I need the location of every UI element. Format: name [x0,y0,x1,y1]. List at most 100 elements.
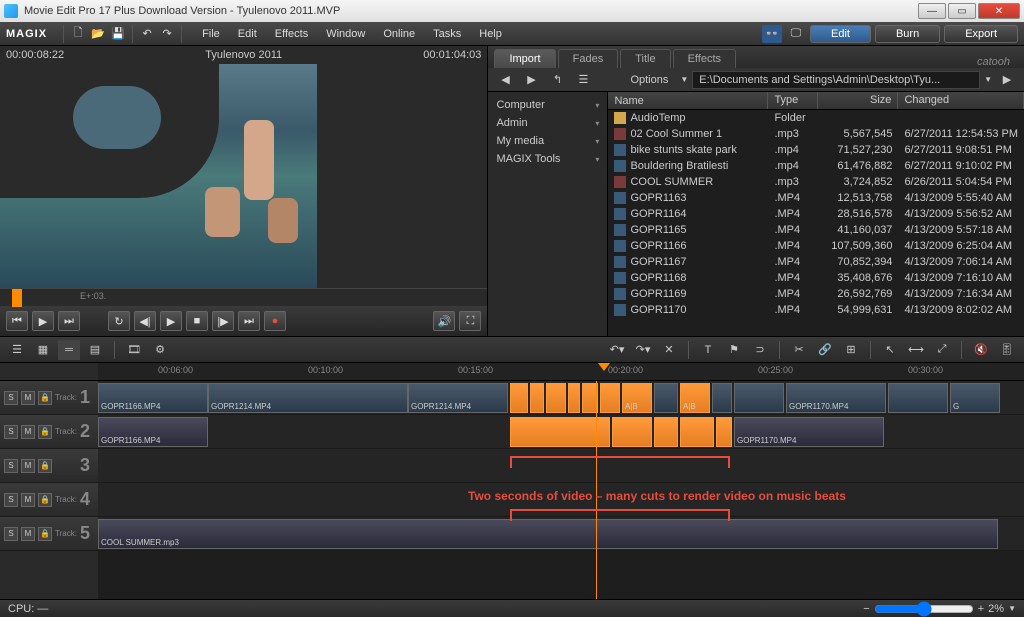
col-type[interactable]: Type [768,92,818,109]
file-row[interactable]: GOPR1169.MP426,592,7694/13/2009 7:16:34 … [608,286,1024,302]
file-row[interactable]: GOPR1167.MP470,852,3944/13/2009 7:06:14 … [608,254,1024,270]
file-row[interactable]: GOPR1166.MP4107,509,3604/13/2009 6:25:04… [608,238,1024,254]
menu-online[interactable]: Online [375,25,423,43]
track-content[interactable]: Two seconds of video – many cuts to rend… [98,381,1024,599]
solo-button[interactable]: S [4,527,18,541]
mute-icon[interactable]: 🔇 [970,340,992,360]
clip[interactable] [600,383,620,413]
view-multi-icon[interactable]: ▤ [84,340,106,360]
lock-button[interactable]: 🔒 [38,493,52,507]
play-icon[interactable]: ▶ [32,311,54,331]
magnet-icon[interactable]: ⊃ [749,340,771,360]
export-button[interactable]: Export [944,25,1018,43]
nav-go-icon[interactable]: ▶ [996,70,1018,90]
menu-edit[interactable]: Edit [230,25,265,43]
chevron-down-icon[interactable]: ▼ [680,75,688,84]
undo2-icon[interactable]: ↶▾ [606,340,628,360]
select-icon[interactable]: ↖ [879,340,901,360]
menu-help[interactable]: Help [471,25,510,43]
preview-ruler[interactable]: E+:03. [0,288,487,306]
stop-icon[interactable]: ■ [186,311,208,331]
clip[interactable]: A|B [680,383,710,413]
file-row[interactable]: GOPR1170.MP454,999,6314/13/2009 8:02:02 … [608,302,1024,318]
tree-computer[interactable]: Computer▾ [492,96,603,114]
link-icon[interactable]: 🔗 [814,340,836,360]
delete-icon[interactable]: ✕ [658,340,680,360]
new-icon[interactable]: 🗋 [68,25,88,43]
menu-effects[interactable]: Effects [267,25,316,43]
clip[interactable] [716,417,732,447]
clip[interactable] [530,383,544,413]
view-list-icon[interactable]: ☰ [6,340,28,360]
clip[interactable] [510,417,610,447]
clip[interactable]: COOL SUMMER.mp3 [98,519,998,549]
burn-button[interactable]: Burn [875,25,940,43]
clip[interactable]: GOPR1170.MP4 [734,417,884,447]
catooh-brand[interactable]: catooh [977,56,1018,68]
gear-icon[interactable]: ⚙ [149,340,171,360]
play2-icon[interactable]: ▶ [160,311,182,331]
clip[interactable] [612,417,652,447]
menu-tasks[interactable]: Tasks [425,25,469,43]
col-size[interactable]: Size [818,92,898,109]
tree-my-media[interactable]: My media▾ [492,132,603,150]
tree-admin[interactable]: Admin▾ [492,114,603,132]
video-preview[interactable] [0,64,487,288]
tab-import[interactable]: Import [494,49,555,68]
mute-button[interactable]: M [21,425,35,439]
fullscreen-icon[interactable]: ⛶ [459,311,481,331]
file-row[interactable]: GOPR1164.MP428,516,5784/13/2009 5:56:52 … [608,206,1024,222]
lock-button[interactable]: 🔒 [38,527,52,541]
clip[interactable]: GOPR1170.MP4 [786,383,886,413]
file-row[interactable]: COOL SUMMER.mp33,724,8526/26/2011 5:04:5… [608,174,1024,190]
volume-icon[interactable]: 🔊 [433,311,455,331]
clip[interactable] [712,383,732,413]
monitor-icon[interactable]: 🖵 [786,25,806,43]
text-icon[interactable]: T [697,340,719,360]
zoom-in-icon[interactable]: + [978,603,984,615]
clip[interactable]: GOPR1214.MP4 [208,383,408,413]
tree-magix-tools[interactable]: MAGIX Tools▾ [492,150,603,168]
clip[interactable]: GOPR1166.MP4 [98,383,208,413]
clip[interactable] [546,383,566,413]
end-icon[interactable]: ⏭ [238,311,260,331]
file-row[interactable]: Bouldering Bratilesti.mp461,476,8826/27/… [608,158,1024,174]
ruler-playhead-icon[interactable] [12,289,22,307]
prev-frame-icon[interactable]: ◀| [134,311,156,331]
nav-back-icon[interactable]: ◀ [494,70,516,90]
cut-icon[interactable]: ✂ [788,340,810,360]
redo-icon[interactable]: ↷ [157,25,177,43]
skip-start-icon[interactable]: ⏮ [6,311,28,331]
skip-end-icon[interactable]: ⏭ [58,311,80,331]
mixer-icon[interactable]: 🎚 [996,340,1018,360]
col-changed[interactable]: Changed [898,92,1024,109]
next-frame-icon[interactable]: |▶ [212,311,234,331]
edit-button[interactable]: Edit [810,25,871,43]
lock-button[interactable]: 🔒 [38,391,52,405]
mute-button[interactable]: M [21,459,35,473]
group-icon[interactable]: ⊞ [840,340,862,360]
path-field[interactable]: E:\Documents and Settings\Admin\Desktop\… [692,71,980,89]
file-row[interactable]: bike stunts skate park.mp471,527,2306/27… [608,142,1024,158]
file-row[interactable]: 02 Cool Summer 1.mp35,567,5456/27/2011 1… [608,126,1024,142]
clip[interactable] [654,417,678,447]
file-row[interactable]: GOPR1163.MP412,513,7584/13/2009 5:55:40 … [608,190,1024,206]
clip[interactable]: G [950,383,1000,413]
mode2-icon[interactable]: ⤢ [931,340,953,360]
menu-file[interactable]: File [194,25,228,43]
undo-icon[interactable]: ↶ [137,25,157,43]
close-button[interactable]: ✕ [978,3,1020,19]
nav-view-icon[interactable]: ☰ [572,70,594,90]
timeline-ruler[interactable]: 00:06:0000:10:0000:15:0000:20:0000:25:00… [0,363,1024,381]
nav-fwd-icon[interactable]: ▶ [520,70,542,90]
clip[interactable]: GOPR1214.MP4 [408,383,508,413]
file-row[interactable]: AudioTempFolder [608,110,1024,126]
lock-button[interactable]: 🔒 [38,459,52,473]
flag-icon[interactable]: ⚑ [723,340,745,360]
clip[interactable] [510,383,528,413]
save-icon[interactable]: 💾 [108,25,128,43]
solo-button[interactable]: S [4,459,18,473]
col-name[interactable]: Name [608,92,768,109]
nav-up-icon[interactable]: ↰ [546,70,568,90]
clip[interactable]: A|B [622,383,652,413]
